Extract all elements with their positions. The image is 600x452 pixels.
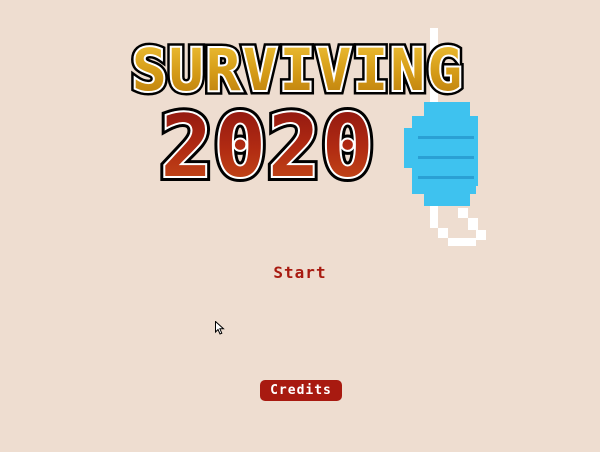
start-button[interactable]: Start — [262, 260, 338, 286]
game-title-logo: SURVIVING SURVIVING SURVIVING 2020 2020 … — [127, 28, 486, 246]
credits-button[interactable]: Credits — [260, 380, 342, 401]
mouse-cursor-icon — [215, 321, 225, 335]
title-line-2: 2020 — [160, 97, 375, 197]
title-line-1: SURVIVING — [132, 36, 464, 104]
